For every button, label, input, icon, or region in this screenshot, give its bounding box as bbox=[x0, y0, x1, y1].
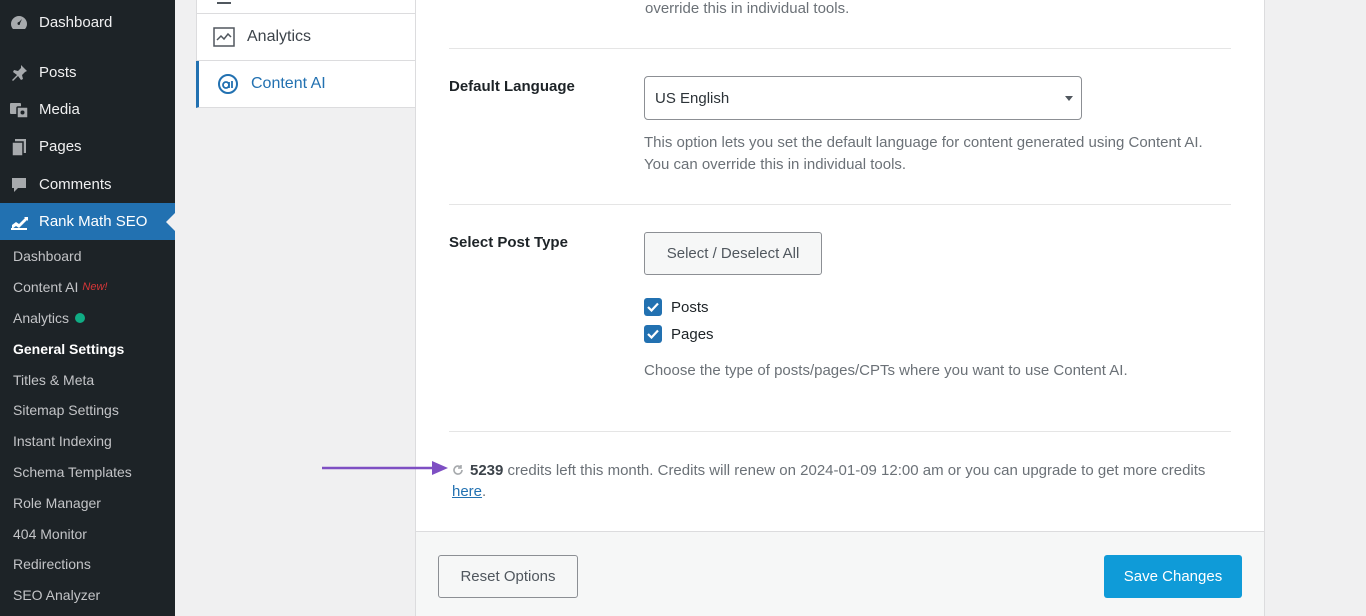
save-changes-button[interactable]: Save Changes bbox=[1104, 555, 1242, 598]
checkbox-checked[interactable] bbox=[644, 325, 662, 343]
default-language-select[interactable]: US English bbox=[644, 76, 1082, 120]
submenu-label: Sitemap Settings bbox=[13, 402, 119, 419]
menu-item-media[interactable]: Media bbox=[0, 91, 175, 128]
submenu-label: General Settings bbox=[13, 340, 125, 357]
chevron-down-icon bbox=[1065, 96, 1073, 101]
post-type-description: Choose the type of posts/pages/CPTs wher… bbox=[644, 362, 1128, 379]
menu-label: Comments bbox=[39, 176, 112, 193]
content-ai-icon bbox=[217, 73, 239, 95]
admin-sidebar: Dashboard Posts Media Pages Comments Ran… bbox=[0, 0, 175, 616]
divider bbox=[449, 204, 1231, 205]
submenu-item-role-manager[interactable]: Role Manager bbox=[0, 487, 175, 518]
reset-options-button[interactable]: Reset Options bbox=[438, 555, 578, 598]
comment-icon bbox=[9, 175, 29, 195]
description-line: This option lets you set the default lan… bbox=[644, 134, 1203, 151]
post-type-option-pages[interactable]: Pages bbox=[644, 325, 714, 343]
checkbox-checked[interactable] bbox=[644, 298, 662, 316]
settings-panel: override this in individual tools. Defau… bbox=[415, 0, 1265, 531]
divider bbox=[449, 48, 1231, 49]
description-line: You can override this in individual tool… bbox=[644, 156, 907, 173]
refresh-icon bbox=[452, 461, 464, 475]
menu-label: Pages bbox=[39, 138, 82, 155]
select-deselect-all-button[interactable]: Select / Deselect All bbox=[644, 232, 822, 275]
submenu-label: SEO Analyzer bbox=[13, 587, 101, 604]
menu-item-pages[interactable]: Pages bbox=[0, 128, 175, 165]
submenu-label: Schema Templates bbox=[13, 463, 132, 480]
post-type-label: Select Post Type bbox=[449, 234, 568, 251]
tab-label: Content AI bbox=[251, 75, 326, 92]
default-language-label: Default Language bbox=[449, 78, 575, 95]
tab-previous-partial[interactable] bbox=[196, 0, 416, 14]
rank-math-submenu: Dashboard Content AI New! Analytics Gener… bbox=[0, 241, 175, 611]
submenu-label: Role Manager bbox=[13, 494, 101, 511]
tab-label: Analytics bbox=[247, 28, 312, 45]
tab-analytics[interactable]: Analytics bbox=[196, 14, 416, 61]
menu-label: Posts bbox=[39, 64, 77, 81]
analytics-chart-icon bbox=[213, 26, 235, 48]
default-language-value: US English bbox=[655, 89, 730, 107]
submenu-item-analytics[interactable]: Analytics bbox=[0, 303, 175, 334]
submenu-item-redirections[interactable]: Redirections bbox=[0, 549, 175, 580]
submenu-label: Titles & Meta bbox=[13, 371, 95, 388]
credits-count: 5239 bbox=[470, 462, 504, 479]
menu-label: Media bbox=[39, 101, 80, 118]
rank-math-icon bbox=[9, 212, 29, 232]
post-type-option-posts[interactable]: Posts bbox=[644, 298, 709, 316]
submenu-item-titles-meta[interactable]: Titles & Meta bbox=[0, 364, 175, 395]
media-icon bbox=[9, 100, 29, 120]
submenu-label: Redirections bbox=[13, 556, 91, 573]
submenu-item-content-ai[interactable]: Content AI New! bbox=[0, 272, 175, 303]
submenu-item-404-monitor[interactable]: 404 Monitor bbox=[0, 518, 175, 549]
submenu-label: Content AI bbox=[13, 279, 79, 296]
pin-icon bbox=[9, 63, 29, 83]
menu-item-rank-math-seo[interactable]: Rank Math SEO bbox=[0, 203, 175, 240]
checkbox-label: Posts bbox=[671, 298, 709, 316]
submenu-item-sitemap-settings[interactable]: Sitemap Settings bbox=[0, 395, 175, 426]
tab-icon-partial bbox=[217, 0, 231, 4]
submenu-label: 404 Monitor bbox=[13, 525, 87, 542]
divider bbox=[449, 431, 1231, 432]
menu-item-posts[interactable]: Posts bbox=[0, 54, 175, 91]
tab-content-ai[interactable]: Content AI bbox=[196, 61, 416, 108]
submenu-label: Instant Indexing bbox=[13, 433, 112, 450]
status-dot-icon bbox=[75, 312, 86, 323]
menu-label: Dashboard bbox=[39, 14, 113, 31]
settings-tabs: Analytics Content AI bbox=[196, 0, 416, 616]
submenu-item-general-settings[interactable]: General Settings bbox=[0, 333, 175, 364]
dashboard-icon bbox=[9, 13, 29, 33]
upgrade-link[interactable]: here bbox=[452, 483, 482, 500]
menu-item-comments[interactable]: Comments bbox=[0, 166, 175, 203]
submenu-item-seo-analyzer[interactable]: SEO Analyzer bbox=[0, 580, 175, 611]
pages-icon bbox=[9, 137, 29, 157]
new-badge: New! bbox=[82, 281, 108, 294]
credits-text: credits left this month. Credits will re… bbox=[507, 462, 1206, 479]
credits-end: . bbox=[482, 483, 487, 500]
credits-notice: 5239 credits left this month. Credits wi… bbox=[452, 460, 1242, 502]
settings-footer: Reset Options Save Changes bbox=[415, 531, 1265, 616]
menu-item-dashboard[interactable]: Dashboard bbox=[0, 4, 175, 41]
field-description: override this in individual tools. bbox=[645, 0, 850, 17]
submenu-label: Dashboard bbox=[13, 248, 82, 265]
menu-label: Rank Math SEO bbox=[39, 213, 148, 230]
default-language-description: This option lets you set the default lan… bbox=[644, 132, 1203, 176]
submenu-item-instant-indexing[interactable]: Instant Indexing bbox=[0, 426, 175, 457]
submenu-item-dashboard[interactable]: Dashboard bbox=[0, 241, 175, 272]
annotation-arrow-icon bbox=[322, 461, 448, 475]
submenu-item-schema-templates[interactable]: Schema Templates bbox=[0, 457, 175, 488]
checkbox-label: Pages bbox=[671, 325, 714, 343]
submenu-label: Analytics bbox=[13, 309, 70, 326]
